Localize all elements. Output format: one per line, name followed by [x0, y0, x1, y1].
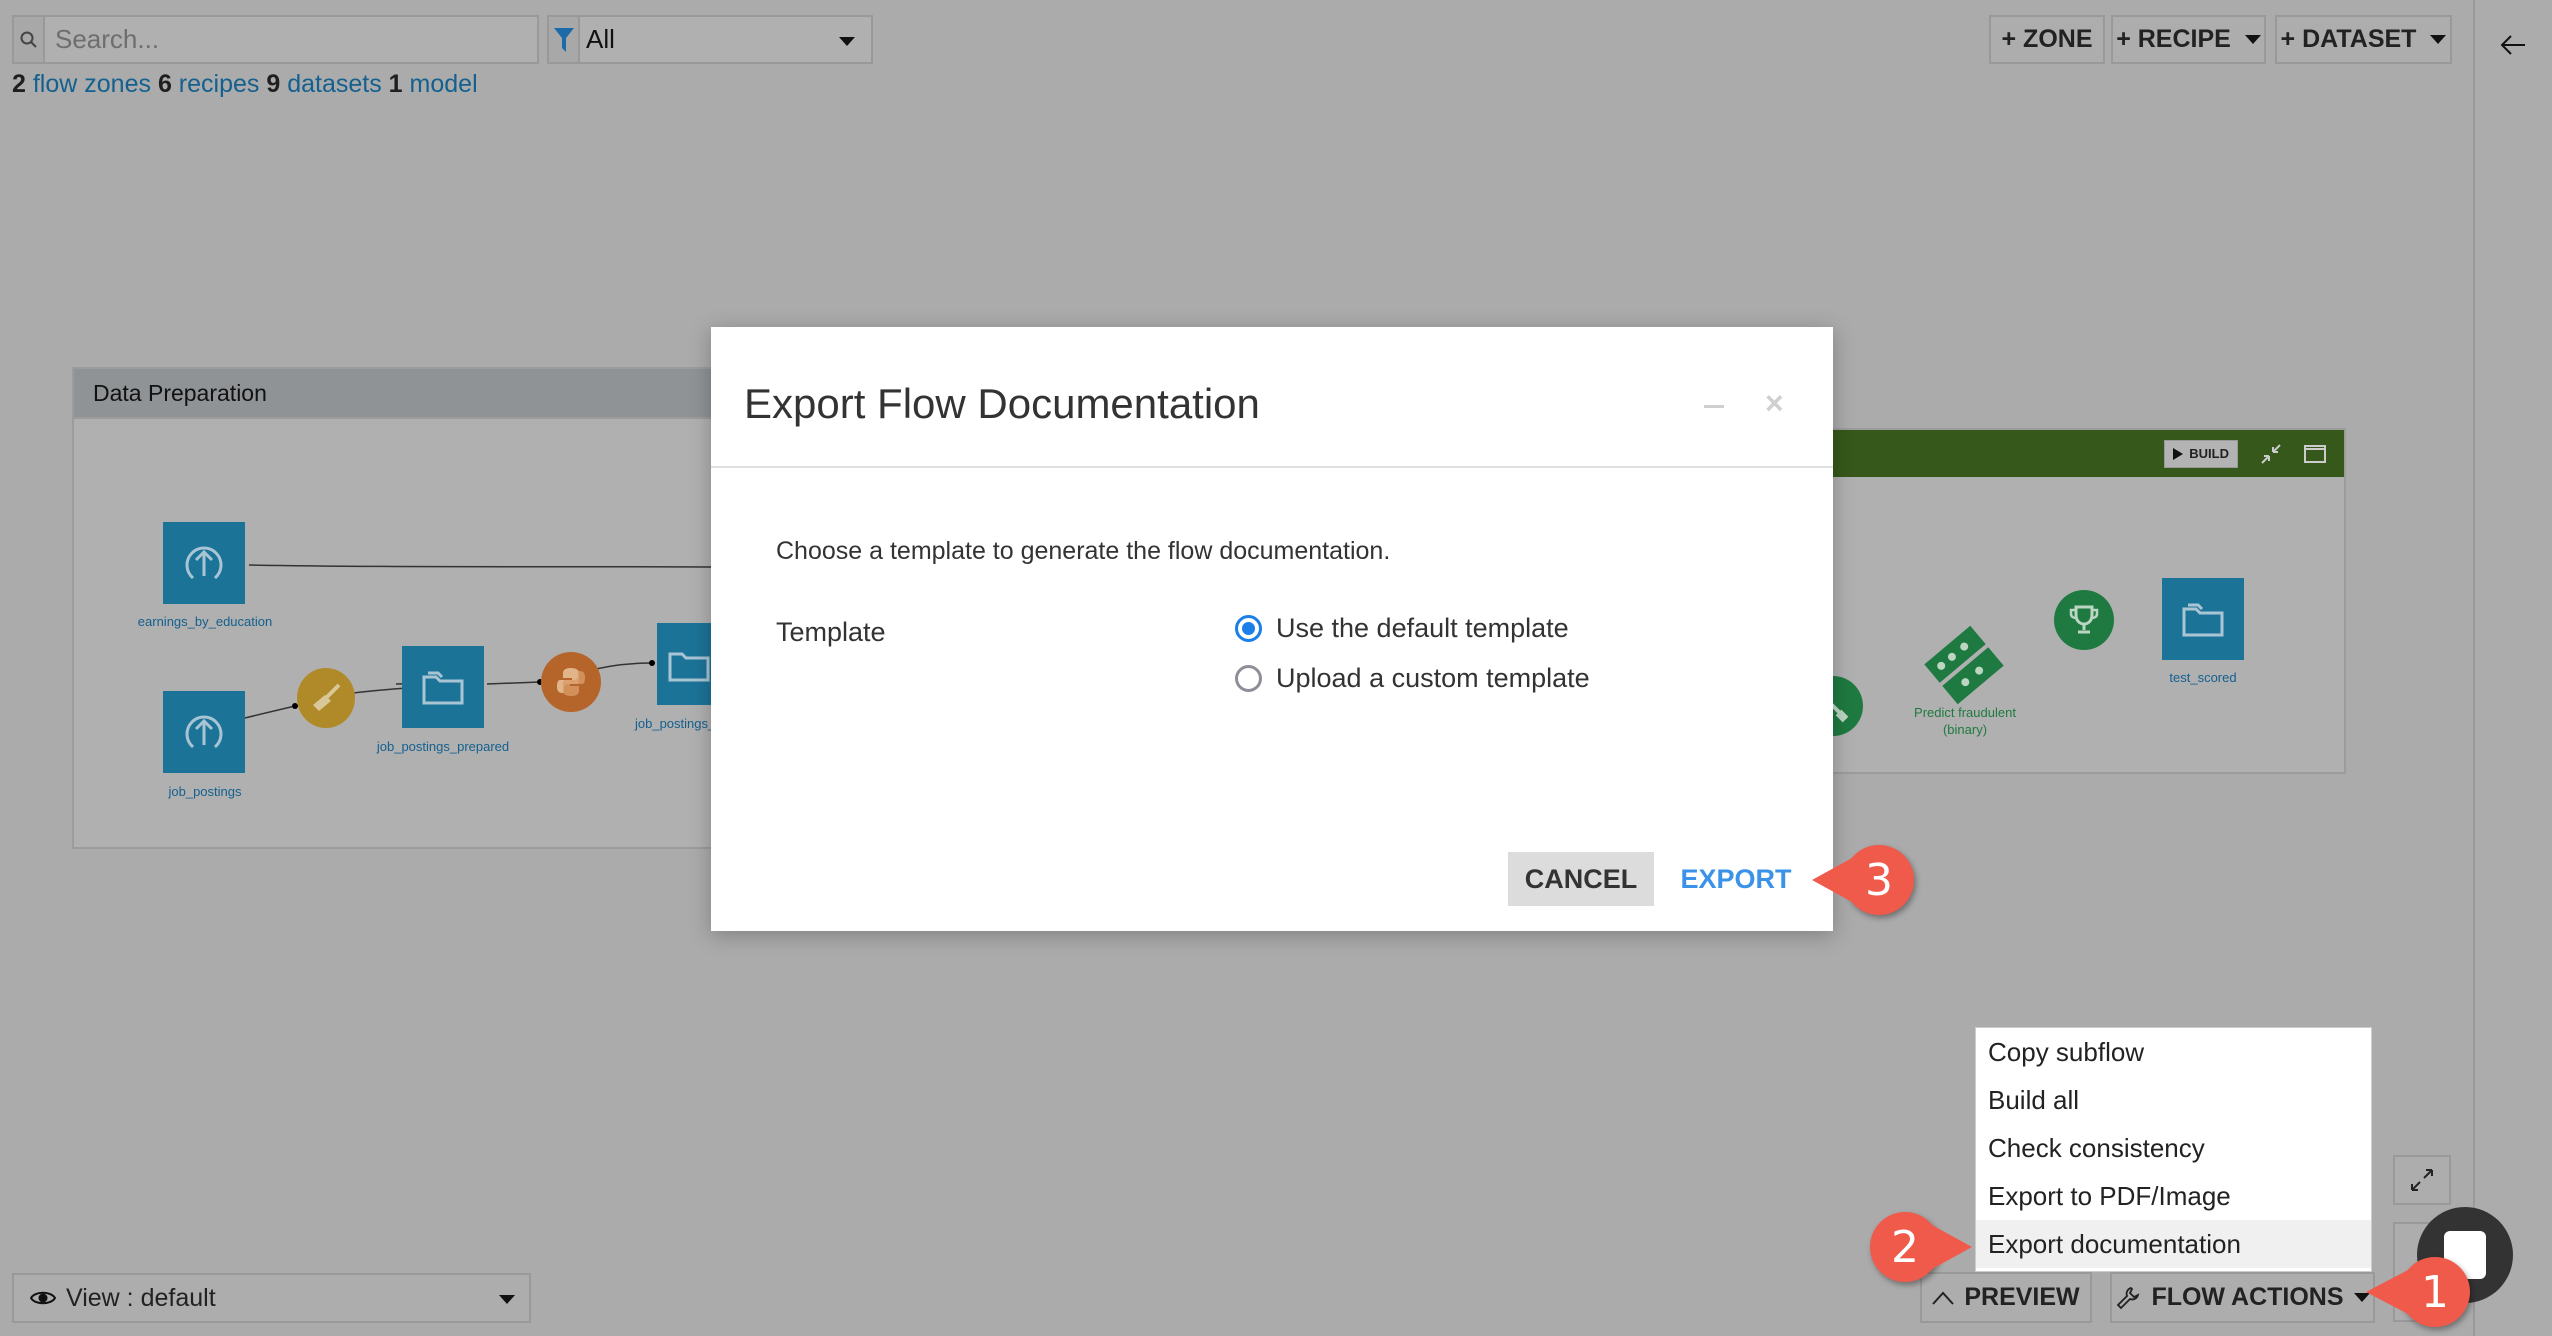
- cancel-button[interactable]: CANCEL: [1508, 852, 1654, 906]
- upload-icon: [185, 546, 223, 580]
- menu-item-export-pdf-image[interactable]: Export to PDF/Image: [1976, 1172, 2371, 1220]
- play-icon: [2173, 447, 2184, 460]
- modal-description: Choose a template to generate the flow d…: [776, 537, 1391, 565]
- callout-number: 3: [1865, 854, 1893, 906]
- flow-actions-label: FLOW ACTIONS: [2151, 1283, 2344, 1311]
- folder-icon: [422, 671, 464, 705]
- view-label: View : default: [66, 1283, 216, 1312]
- radio-checked-icon[interactable]: [1235, 615, 1262, 642]
- model-label-line1: Predict fraudulent: [1914, 705, 2016, 720]
- zone-header: BUILD: [1822, 430, 2344, 477]
- folder-icon: [668, 652, 709, 682]
- upload-icon: [185, 715, 223, 749]
- radio-custom-template[interactable]: Upload a custom template: [1235, 663, 1590, 694]
- node-label: job_postings_: [635, 716, 716, 731]
- python-icon: [557, 668, 585, 696]
- callout-2: 2: [1870, 1212, 1972, 1282]
- template-label: Template: [776, 617, 886, 647]
- dataset-node-test-scored[interactable]: [2162, 578, 2244, 660]
- trophy-icon: [2069, 605, 2099, 634]
- callout-tip: [1812, 858, 1852, 902]
- chevron-up-icon: [1932, 1291, 1955, 1305]
- callout-tip: [2366, 1270, 2408, 1314]
- node-label: test_scored: [2169, 670, 2237, 685]
- node-label: earnings_by_education: [137, 614, 273, 629]
- radio-label: Use the default template: [1276, 613, 1569, 643]
- modal-header: Export Flow Documentation ×: [711, 327, 1833, 468]
- model-label: Predict fraudulent (binary): [1914, 704, 2016, 738]
- broom-icon: [313, 683, 341, 711]
- menu-item-export-documentation[interactable]: Export documentation: [1976, 1220, 2371, 1268]
- collapse-icon[interactable]: [2260, 443, 2282, 465]
- model-node-predict-fraudulent[interactable]: [1924, 625, 2004, 705]
- callout-3: 3: [1812, 845, 1914, 915]
- build-label: BUILD: [2189, 446, 2229, 461]
- eye-icon: [30, 1291, 56, 1305]
- export-flow-documentation-modal: Export Flow Documentation × Choose a tem…: [711, 327, 1833, 931]
- dataset-node-job-postings[interactable]: [163, 691, 245, 773]
- fit-view-button[interactable]: [2393, 1155, 2451, 1205]
- menu-item-check-consistency[interactable]: Check consistency: [1976, 1124, 2371, 1172]
- radio-unchecked-icon[interactable]: [1235, 665, 1262, 692]
- node-label: job_postings_prepared: [376, 739, 510, 754]
- dataset-node-job-postings-prepared[interactable]: [402, 646, 484, 728]
- callout-number: 1: [2421, 1266, 2449, 1318]
- radio-default-template[interactable]: Use the default template: [1235, 613, 1569, 644]
- expand-icon: [2411, 1169, 2433, 1191]
- build-button[interactable]: BUILD: [2164, 439, 2238, 468]
- model-label-line2: (binary): [1942, 722, 1988, 737]
- close-icon[interactable]: ×: [1765, 385, 1784, 422]
- dataset-node-earnings-by-education[interactable]: [163, 522, 245, 604]
- radio-label: Upload a custom template: [1276, 663, 1590, 693]
- export-button[interactable]: EXPORT: [1674, 852, 1798, 906]
- model-icon: [1924, 625, 2004, 705]
- callout-number: 2: [1891, 1221, 1919, 1273]
- folder-icon: [2182, 603, 2224, 637]
- callout-1: 1: [2366, 1257, 2470, 1327]
- menu-item-copy-subflow[interactable]: Copy subflow: [1976, 1028, 2371, 1076]
- preview-label: PREVIEW: [1964, 1283, 2080, 1311]
- modal-title: Export Flow Documentation: [744, 380, 1260, 427]
- flow-actions-menu: Copy subflow Build all Check consistency…: [1975, 1027, 2372, 1272]
- recipe-node-evaluate[interactable]: [2054, 590, 2114, 650]
- callout-tip: [1932, 1225, 1972, 1269]
- preview-button[interactable]: PREVIEW: [1920, 1272, 2092, 1323]
- recipe-node-prepare[interactable]: [297, 668, 355, 728]
- view-select[interactable]: View : default: [12, 1273, 531, 1323]
- wrench-icon: [2117, 1286, 2140, 1309]
- menu-item-build-all[interactable]: Build all: [1976, 1076, 2371, 1124]
- node-label: job_postings: [168, 784, 242, 799]
- flow-actions-button[interactable]: FLOW ACTIONS: [2110, 1272, 2375, 1323]
- recipe-node-python[interactable]: [541, 652, 601, 712]
- chevron-down-icon: [499, 1295, 515, 1304]
- maximize-icon[interactable]: [2304, 444, 2326, 464]
- minimize-icon[interactable]: [1704, 405, 1724, 408]
